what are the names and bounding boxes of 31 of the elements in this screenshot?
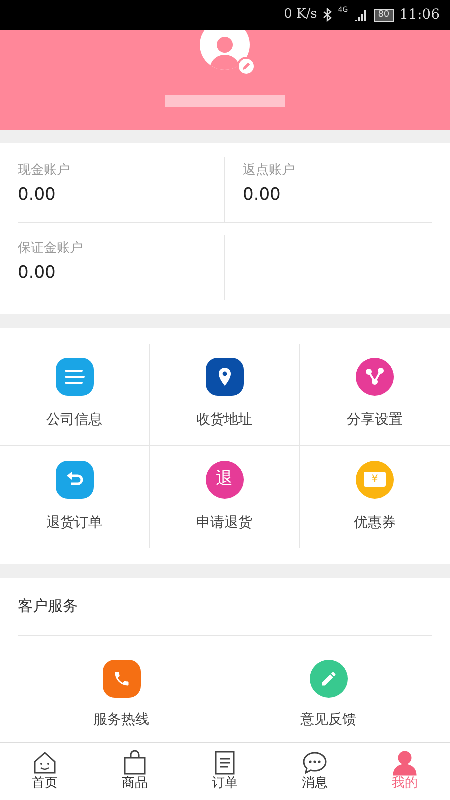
menu-item[interactable]: 公司信息	[0, 344, 150, 446]
home-icon	[32, 750, 58, 776]
account-label: 返点账户	[243, 162, 296, 180]
menu-item[interactable]: 分享设置	[300, 344, 450, 446]
bag-icon	[122, 750, 148, 776]
nav-tab[interactable]: 订单	[180, 743, 270, 800]
service-item[interactable]: 服务热线	[18, 660, 225, 731]
signal-icon	[354, 8, 368, 22]
network-speed: 0 K/s	[284, 6, 318, 24]
menu-item[interactable]: 收货地址	[150, 344, 300, 446]
nav-tab[interactable]: 首页	[0, 743, 90, 800]
glyph-icon: 退	[206, 460, 244, 498]
avatar[interactable]	[200, 30, 250, 70]
battery-level: 80	[374, 8, 394, 22]
user-icon	[392, 750, 418, 776]
menu-item[interactable]: 退 申请退货	[150, 446, 300, 548]
account-balance: 0.00	[243, 184, 282, 206]
chat-bubble-icon	[302, 750, 328, 776]
bluetooth-icon	[323, 8, 332, 22]
menu-item[interactable]: ¥ 优惠券	[300, 446, 450, 548]
coupon-icon: ¥	[356, 460, 394, 498]
service-item[interactable]: 意见反馈	[225, 660, 432, 731]
account-balance: 0.00	[18, 262, 57, 284]
clock: 11:06	[400, 6, 440, 24]
account-label: 保证金账户	[18, 240, 84, 258]
account-balance: 0.00	[18, 184, 57, 206]
account-label: 现金账户	[18, 162, 71, 180]
nav-tab[interactable]: 商品	[90, 743, 180, 800]
section-title: 客户服务	[18, 596, 78, 618]
nav-tab[interactable]: 消息	[270, 743, 360, 800]
menu-item[interactable]: 退货订单	[0, 446, 150, 548]
